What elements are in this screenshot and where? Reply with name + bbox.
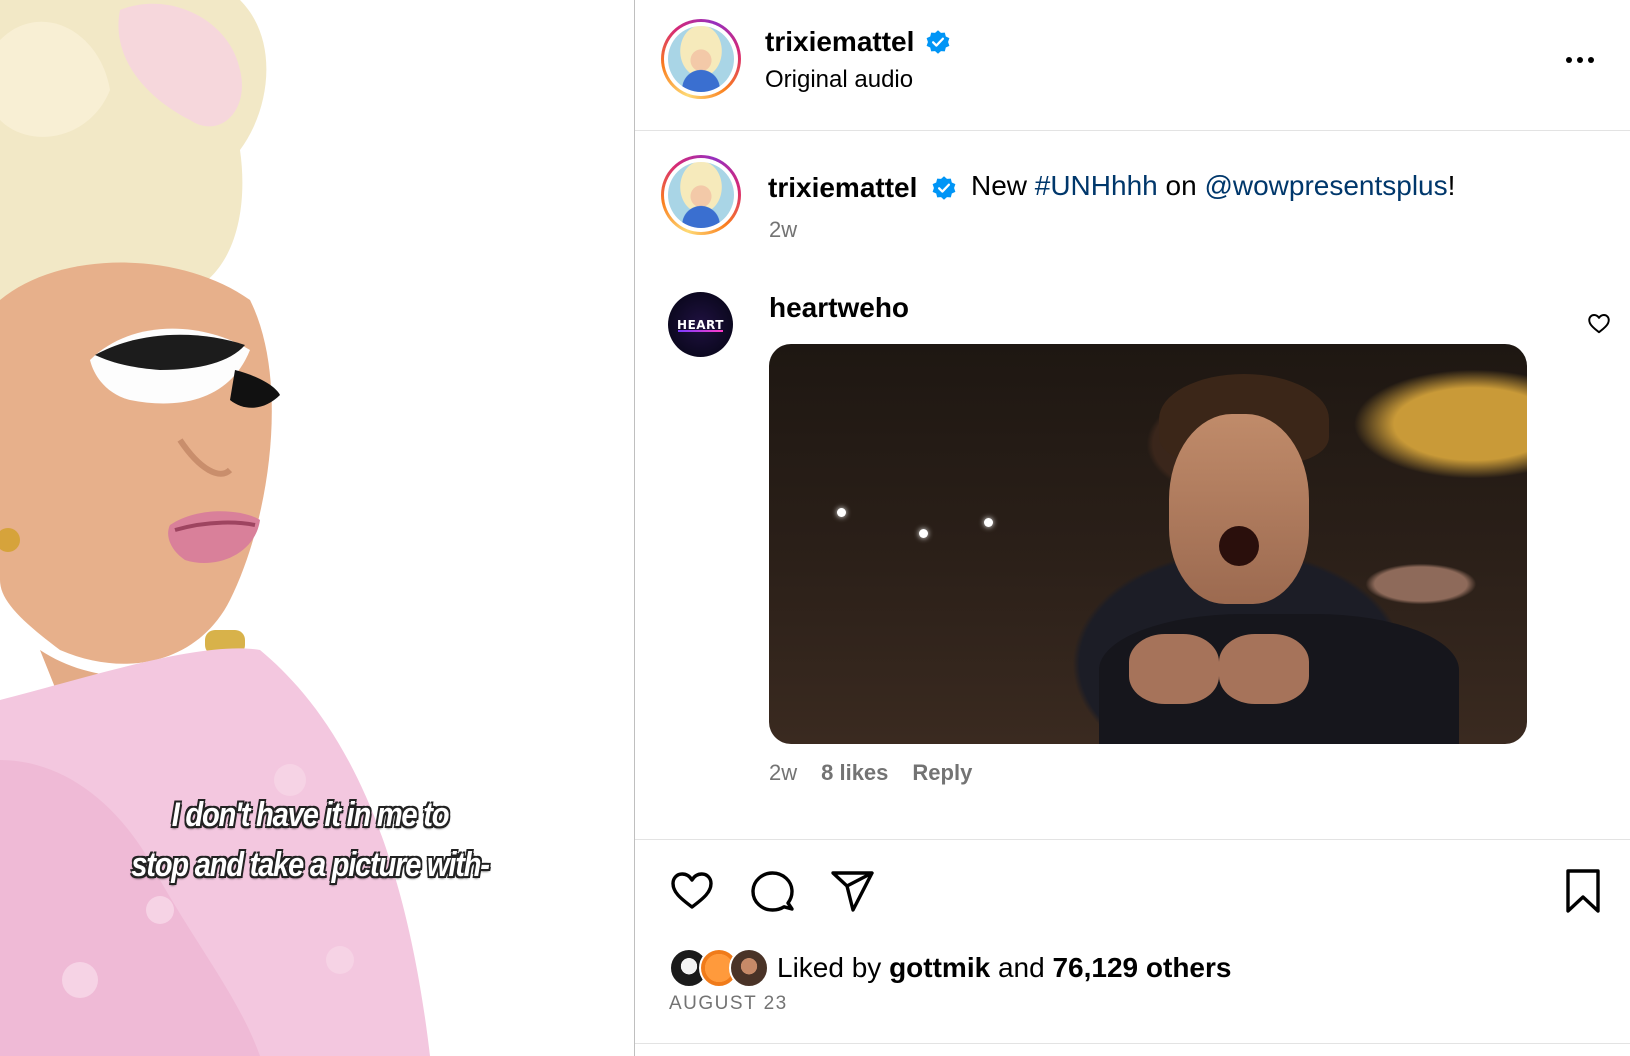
- like-heart-icon[interactable]: [667, 866, 717, 916]
- gif-light: [984, 518, 993, 527]
- post-header: trixiemattel Original audio: [635, 0, 1630, 131]
- and-label: and: [997, 952, 1045, 983]
- author-username[interactable]: trixiemattel: [765, 24, 914, 60]
- gif-light: [837, 508, 846, 517]
- comment-like-heart-icon[interactable]: [1586, 310, 1612, 336]
- likes-summary: Liked by gottmik and 76,129 others: [669, 946, 1231, 990]
- post-actions: [635, 856, 1630, 916]
- caption-hashtag-link[interactable]: #UNHhhh: [1035, 170, 1158, 201]
- verified-badge-icon: [932, 175, 956, 200]
- actions-divider: [635, 839, 1630, 840]
- liker-avatars: [669, 948, 773, 988]
- caption-text-prefix: New: [970, 170, 1027, 201]
- author-name-row: trixiemattel: [765, 24, 951, 60]
- dot: [1577, 57, 1583, 63]
- comment-likes-count[interactable]: 8 likes: [821, 760, 888, 786]
- caption-timestamp[interactable]: 2w: [769, 217, 797, 243]
- verified-badge-icon: [926, 30, 950, 54]
- others-likes-link[interactable]: 76,129 others: [1052, 952, 1231, 983]
- footer-divider: [635, 1043, 1630, 1044]
- first-liker-link[interactable]: gottmik: [889, 952, 990, 983]
- gif-hand-left: [1129, 634, 1219, 704]
- post-date[interactable]: AUGUST 23: [669, 993, 788, 1015]
- gif-mouth: [1219, 526, 1259, 566]
- caption-text-mid: on: [1165, 170, 1197, 201]
- comment-reply-button[interactable]: Reply: [912, 760, 972, 786]
- avatar-image: [668, 26, 734, 92]
- more-options-icon[interactable]: [1560, 50, 1600, 70]
- caption-avatar[interactable]: [661, 155, 741, 235]
- caption-mention-link[interactable]: @wowpresentsplus: [1204, 170, 1447, 201]
- comment-item: HEART heartweho 2w 8 likes Reply: [635, 282, 1630, 802]
- caption-username[interactable]: trixiemattel: [768, 168, 917, 208]
- caption-text: trixiemattel New #UNHhhh on @wowpresents…: [768, 166, 1455, 208]
- caption-text-suffix: !: [1447, 170, 1456, 201]
- drag-queen-image: [0, 0, 634, 1056]
- comment-meta: 2w 8 likes Reply: [769, 760, 972, 786]
- avatar-accent-line: [678, 330, 723, 332]
- dot: [1566, 57, 1572, 63]
- save-bookmark-icon[interactable]: [1558, 866, 1608, 916]
- share-send-icon[interactable]: [827, 866, 877, 916]
- caption-line-2: stop and take a picture with-: [131, 846, 490, 884]
- comment-gif[interactable]: [769, 344, 1527, 744]
- gif-hand-right: [1219, 634, 1309, 704]
- comment-bubble-icon[interactable]: [747, 866, 797, 916]
- commenter-avatar[interactable]: HEART: [668, 292, 733, 357]
- post-media[interactable]: I don't have it in me to stop and take a…: [0, 0, 634, 1056]
- liker-avatar-3[interactable]: [729, 948, 769, 988]
- comment-timestamp[interactable]: 2w: [769, 760, 797, 786]
- post-panel: trixiemattel Original audio trixiemattel…: [635, 0, 1630, 1056]
- audio-label[interactable]: Original audio: [765, 66, 913, 94]
- caption-line-1: I don't have it in me to: [171, 796, 450, 834]
- commenter-username[interactable]: heartweho: [769, 292, 909, 324]
- liked-by-label: Liked by: [777, 952, 882, 983]
- video-caption: I don't have it in me to stop and take a…: [95, 790, 525, 890]
- likes-text: Liked by gottmik and 76,129 others: [777, 952, 1231, 984]
- avatar-image: [668, 162, 734, 228]
- gif-face: [1169, 414, 1309, 604]
- gif-light: [919, 529, 928, 538]
- dot: [1588, 57, 1594, 63]
- author-avatar[interactable]: [661, 19, 741, 99]
